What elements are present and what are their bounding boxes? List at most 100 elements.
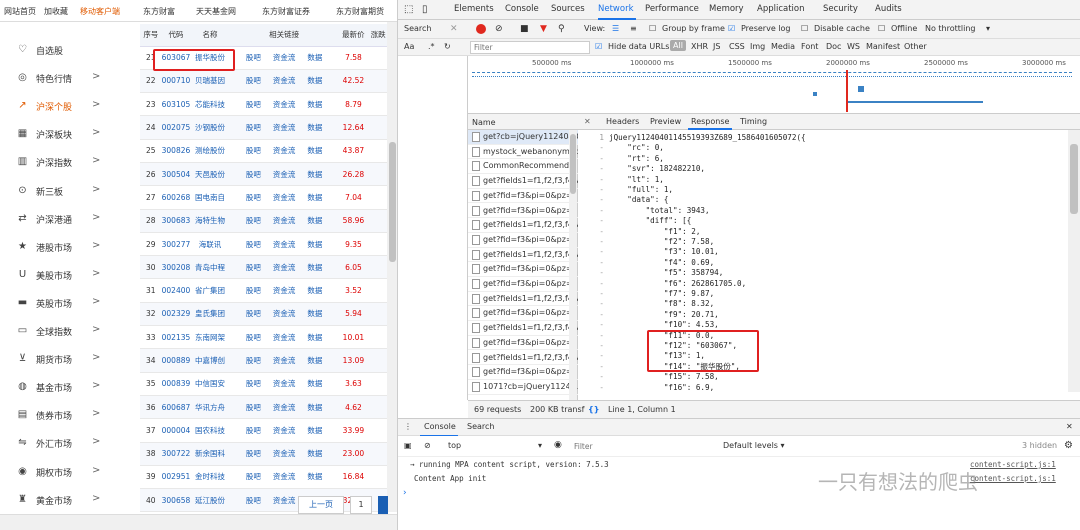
cell-name[interactable]: 沙钢股份 xyxy=(190,115,230,140)
link-capital-flow[interactable]: 资金流 xyxy=(273,240,296,249)
tab-application[interactable]: Application xyxy=(757,4,805,14)
scroll-thumb[interactable] xyxy=(389,142,396,262)
request-row[interactable]: get?fields1=f1,f2,f3,f4& xyxy=(468,321,578,336)
search-icon[interactable]: ⚲ xyxy=(558,24,565,34)
link-data[interactable]: 数据 xyxy=(307,449,322,458)
request-row[interactable]: get?fields1=f1,f2,f3,f4& xyxy=(468,292,578,307)
cell-code[interactable]: 000839 xyxy=(161,372,191,396)
link-capital-flow[interactable]: 资金流 xyxy=(273,286,296,295)
cell-name[interactable]: 华讯方舟 xyxy=(190,395,230,420)
filter-ws[interactable]: WS xyxy=(847,42,860,51)
filter-media[interactable]: Media xyxy=(771,42,795,51)
link-guba[interactable]: 股吧 xyxy=(246,240,261,249)
link-guba[interactable]: 股吧 xyxy=(246,263,261,272)
cell-name[interactable]: 中信国安 xyxy=(190,372,230,396)
link-data[interactable]: 数据 xyxy=(307,216,322,225)
drawer-tab-console[interactable]: Console xyxy=(424,422,456,431)
link-capital-flow[interactable]: 资金流 xyxy=(273,403,296,412)
filter-icon[interactable]: ▼ xyxy=(540,24,547,34)
nav-eastmoney[interactable]: 东方财富 xyxy=(143,6,175,17)
cell-code[interactable]: 300683 xyxy=(161,209,191,233)
drawer-tab-search[interactable]: Search xyxy=(467,422,494,431)
request-row[interactable]: get?fid=f3&pi=0&pz=... xyxy=(468,306,578,322)
sidebar-item[interactable]: ▤ 债券市场 > xyxy=(0,401,128,429)
tab-headers[interactable]: Headers xyxy=(606,117,639,126)
link-capital-flow[interactable]: 资金流 xyxy=(273,309,296,318)
link-capital-flow[interactable]: 资金流 xyxy=(273,193,296,202)
link-data[interactable]: 数据 xyxy=(307,100,322,109)
link-capital-flow[interactable]: 资金流 xyxy=(273,356,296,365)
filter-css[interactable]: CSS xyxy=(729,42,745,51)
cell-name[interactable]: 金时科技 xyxy=(190,465,230,490)
sidebar-item[interactable]: U 美股市场 > xyxy=(0,261,128,289)
link-guba[interactable]: 股吧 xyxy=(246,286,261,295)
request-row[interactable]: mystock_webanonym?c xyxy=(468,145,578,160)
request-row[interactable]: get?cb=jQuery1124040 xyxy=(468,130,578,145)
link-guba[interactable]: 股吧 xyxy=(246,216,261,225)
sidebar-item[interactable]: ♜ 黄金市场 > xyxy=(0,486,128,514)
scroll-thumb[interactable] xyxy=(570,134,576,194)
filter-input[interactable] xyxy=(470,41,590,54)
link-guba[interactable]: 股吧 xyxy=(246,309,261,318)
tab-sources[interactable]: Sources xyxy=(551,4,585,14)
link-guba[interactable]: 股吧 xyxy=(246,449,261,458)
cell-code[interactable]: 300826 xyxy=(161,139,191,163)
waterfall-icon[interactable]: ≡ xyxy=(630,24,637,33)
cell-name[interactable]: 新余国科 xyxy=(190,442,230,466)
cell-name[interactable]: 省广集团 xyxy=(190,278,230,303)
filter-other[interactable]: Other xyxy=(904,42,927,51)
link-guba[interactable]: 股吧 xyxy=(246,356,261,365)
link-capital-flow[interactable]: 资金流 xyxy=(273,333,296,342)
cell-code[interactable]: 300504 xyxy=(161,162,191,187)
link-guba[interactable]: 股吧 xyxy=(246,100,261,109)
link-data[interactable]: 数据 xyxy=(307,356,322,365)
filter-font[interactable]: Font xyxy=(801,42,818,51)
cell-code[interactable]: 300722 xyxy=(161,442,191,466)
link-data[interactable]: 数据 xyxy=(307,379,322,388)
sidebar-item[interactable]: ▥ 沪深指数 > xyxy=(0,148,128,176)
nav-home[interactable]: 网站首页 xyxy=(4,6,36,17)
cell-code[interactable]: 002329 xyxy=(161,302,191,327)
cell-name[interactable]: 东南网架 xyxy=(190,325,230,350)
link-data[interactable]: 数据 xyxy=(307,403,322,412)
col-name[interactable]: 名称 xyxy=(190,24,230,47)
record-icon[interactable] xyxy=(476,24,486,34)
link-capital-flow[interactable]: 资金流 xyxy=(273,53,296,62)
close-search-icon[interactable]: ✕ xyxy=(450,24,458,34)
link-capital-flow[interactable]: 资金流 xyxy=(273,426,296,435)
drawer-menu-icon[interactable]: ⋮ xyxy=(404,422,412,431)
tab-console[interactable]: Console xyxy=(505,4,539,14)
link-data[interactable]: 数据 xyxy=(307,193,322,202)
eye-icon[interactable]: ◉ xyxy=(554,440,562,450)
horizontal-scrollbar[interactable] xyxy=(0,514,397,530)
regex-icon[interactable]: .* xyxy=(428,42,435,51)
cell-code[interactable]: 000004 xyxy=(161,418,191,443)
link-data[interactable]: 数据 xyxy=(307,309,322,318)
link-capital-flow[interactable]: 资金流 xyxy=(273,449,296,458)
link-data[interactable]: 数据 xyxy=(307,286,322,295)
link-data[interactable]: 数据 xyxy=(307,146,322,155)
offline-checkbox[interactable]: ☐ xyxy=(878,24,885,33)
nav-mobile[interactable]: 移动客户端 xyxy=(80,6,120,17)
request-row[interactable]: get?fields1=f1,f2,f3,f4& xyxy=(468,248,578,263)
sidebar-item[interactable]: ♡ 自选股 xyxy=(0,36,128,64)
request-row[interactable]: get?fields1=f1,f2,f3,f4& xyxy=(468,218,578,233)
request-list-scrollbar[interactable] xyxy=(569,130,577,400)
cell-name[interactable]: 海特生物 xyxy=(190,209,230,233)
cell-name[interactable]: 皇氏集团 xyxy=(190,302,230,327)
sidebar-item[interactable]: ↗ 沪深个股 > xyxy=(0,92,128,120)
cell-name[interactable]: 延江股份 xyxy=(190,488,230,513)
group-checkbox[interactable]: ☐ xyxy=(649,24,656,33)
console-prompt[interactable]: › xyxy=(402,488,407,498)
link-data[interactable]: 数据 xyxy=(307,472,322,481)
page-1-button[interactable]: 1 xyxy=(350,496,372,514)
sidebar-item[interactable]: ◍ 基金市场 > xyxy=(0,373,128,401)
link-guba[interactable]: 股吧 xyxy=(246,333,261,342)
cell-code[interactable]: 002951 xyxy=(161,465,191,490)
cell-name[interactable]: 贝瑞基因 xyxy=(190,69,230,94)
filter-img[interactable]: Img xyxy=(750,42,765,51)
sidebar-item[interactable]: ◉ 期权市场 > xyxy=(0,458,128,486)
hide-data-urls-checkbox[interactable]: ☑ xyxy=(595,42,602,51)
link-guba[interactable]: 股吧 xyxy=(246,146,261,155)
match-case-button[interactable]: Aa xyxy=(404,42,414,51)
